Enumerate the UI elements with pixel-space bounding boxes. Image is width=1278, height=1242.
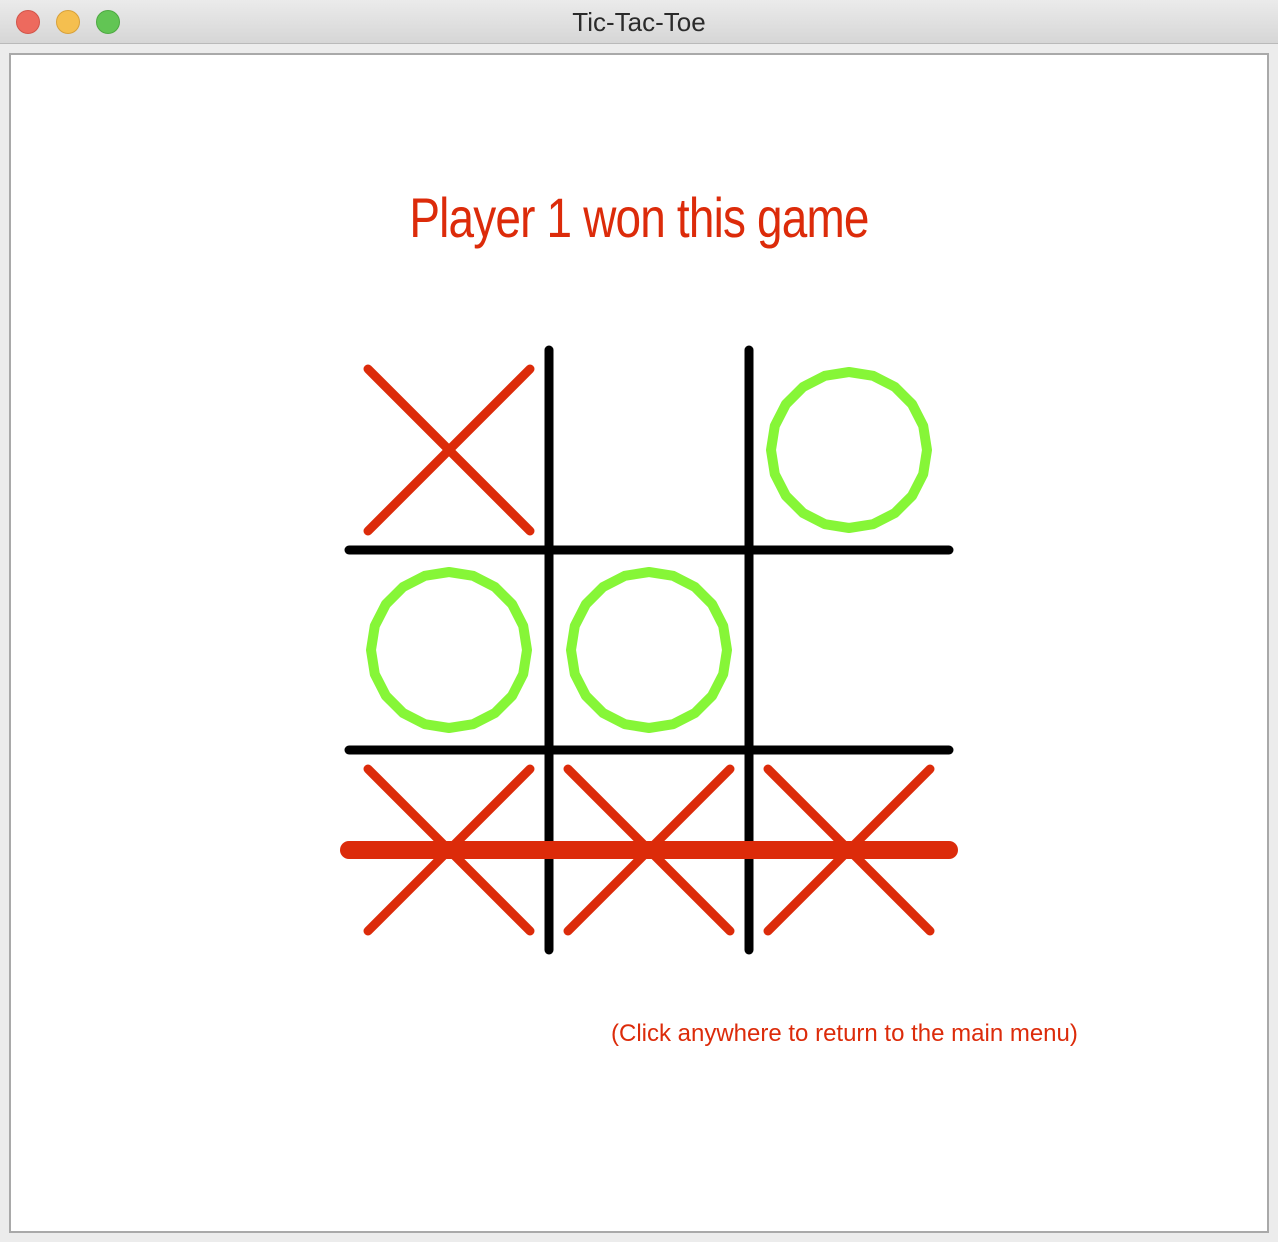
return-to-menu-hint: (Click anywhere to return to the main me… — [611, 1020, 1078, 1047]
window-title: Tic-Tac-Toe — [572, 7, 706, 37]
app-window: Tic-Tac-Toe Player 1 won this game (Clic… — [0, 0, 1278, 1242]
board-cell-r2-c3[interactable] — [749, 550, 949, 750]
board-cell-r2-c2[interactable] — [549, 550, 749, 750]
game-board[interactable] — [11, 55, 1267, 1231]
game-canvas[interactable]: Player 1 won this game (Click anywhere t… — [9, 53, 1269, 1233]
title-bar[interactable]: Tic-Tac-Toe — [0, 0, 1278, 44]
board-cell-r2-c1[interactable] — [349, 550, 549, 750]
board-cell-r1-c2[interactable] — [549, 350, 749, 550]
board-cell-r1-c3[interactable] — [749, 350, 949, 550]
